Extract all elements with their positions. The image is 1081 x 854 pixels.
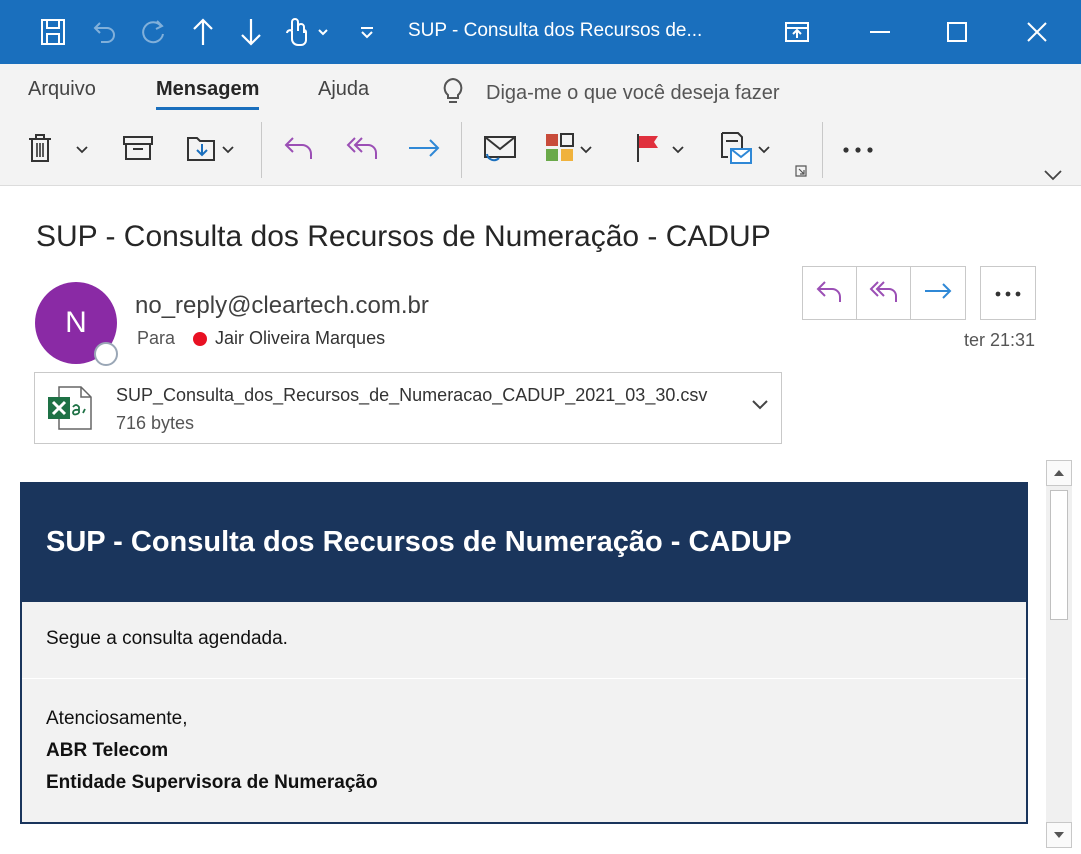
tab-mensagem[interactable]: Mensagem: [156, 78, 260, 110]
reading-pane: SUP - Consulta dos Recursos de Numeração…: [0, 186, 1081, 854]
move-button[interactable]: [184, 128, 234, 172]
chevron-down-icon[interactable]: [672, 141, 684, 159]
tab-arquivo[interactable]: Arquivo: [28, 78, 96, 101]
read-unread-icon: [482, 132, 518, 169]
forward-icon: [923, 280, 953, 307]
title-bar: SUP - Consulta dos Recursos de...: [0, 0, 1081, 64]
more-actions-button[interactable]: [980, 266, 1036, 320]
more-commands-button[interactable]: [842, 128, 876, 172]
categorize-button[interactable]: [544, 128, 592, 172]
reply-icon: [815, 278, 845, 309]
delete-button[interactable]: [26, 128, 88, 172]
excel-file-icon: [45, 383, 95, 438]
rules-button[interactable]: [718, 128, 770, 172]
received-time: ter 21:31: [963, 330, 1035, 350]
chevron-down-icon[interactable]: [76, 141, 88, 159]
avatar-initial: N: [65, 306, 87, 339]
reply-all-icon: [344, 133, 380, 168]
recipient-name[interactable]: Jair Oliveira Marques: [215, 328, 385, 349]
minimize-icon[interactable]: [855, 12, 905, 52]
message-actions: [802, 266, 966, 320]
scroll-down-icon[interactable]: [1046, 822, 1072, 848]
lightbulb-icon: [440, 76, 466, 111]
expand-ribbon-chevron-icon[interactable]: [1044, 168, 1062, 186]
categorize-icon: [544, 132, 576, 169]
forward-button[interactable]: [406, 128, 442, 172]
close-icon[interactable]: [1012, 12, 1062, 52]
scroll-up-icon[interactable]: [1046, 460, 1072, 486]
body-organization: ABR Telecom: [46, 740, 169, 761]
to-label: Para: [137, 328, 176, 348]
window-title: SUP - Consulta dos Recursos de...: [408, 20, 703, 41]
body-banner-title: SUP - Consulta dos Recursos de Numeração…: [46, 526, 792, 558]
maximize-icon[interactable]: [932, 12, 982, 52]
reply-icon: [282, 133, 316, 168]
vertical-scrollbar[interactable]: [1046, 460, 1072, 848]
down-arrow-icon[interactable]: [236, 12, 266, 52]
recipient-line: Para Jair Oliveira Marques: [137, 328, 385, 349]
body-closing: Atenciosamente,: [46, 708, 188, 729]
archive-icon: [122, 134, 154, 167]
forward-icon: [406, 133, 442, 168]
undo-icon[interactable]: [90, 12, 120, 52]
chevron-down-icon[interactable]: [758, 141, 770, 159]
customize-toolbar-icon[interactable]: [352, 12, 382, 52]
attachment-card[interactable]: SUP_Consulta_dos_Recursos_de_Numeracao_C…: [34, 372, 782, 444]
tab-ajuda[interactable]: Ajuda: [318, 78, 369, 101]
restore-ribbon-icon[interactable]: [772, 12, 822, 52]
chevron-down-icon[interactable]: [580, 141, 592, 159]
touch-mode-icon[interactable]: [282, 12, 330, 52]
tell-me-search[interactable]: Diga-me o que você deseja fazer: [440, 76, 780, 111]
dialog-launcher-icon[interactable]: [794, 164, 808, 183]
rules-icon: [718, 131, 754, 170]
archive-button[interactable]: [122, 128, 154, 172]
message-subject: SUP - Consulta dos Recursos de Numeração…: [36, 220, 771, 253]
attachment-size: 716 bytes: [116, 413, 195, 433]
reply-button[interactable]: [803, 267, 857, 319]
ribbon-tabs: Arquivo Mensagem Ajuda Diga-me o que voc…: [0, 64, 1081, 116]
body-divider: [22, 678, 1026, 679]
presence-status-icon: [94, 342, 118, 366]
ribbon: Arquivo Mensagem Ajuda Diga-me o que voc…: [0, 64, 1081, 186]
forward-button[interactable]: [911, 267, 965, 319]
reply-all-button[interactable]: [344, 128, 380, 172]
save-icon[interactable]: [38, 12, 68, 52]
chevron-down-icon[interactable]: [751, 397, 769, 415]
scrollbar-thumb[interactable]: [1050, 490, 1068, 620]
ribbon-separator: [461, 122, 462, 178]
body-department: Entidade Supervisora de Numeração: [46, 772, 378, 793]
ribbon-separator: [261, 122, 262, 178]
body-intro: Segue a consulta agendada.: [46, 628, 288, 649]
recipient-presence-icon: [193, 331, 208, 346]
attachment-name: SUP_Consulta_dos_Recursos_de_Numeracao_C…: [116, 385, 708, 405]
more-icon: [842, 141, 876, 159]
chevron-down-icon[interactable]: [222, 141, 234, 159]
reply-all-button[interactable]: [857, 267, 911, 319]
tell-me-text: Diga-me o que você deseja fazer: [486, 82, 780, 104]
read-unread-button[interactable]: [482, 128, 518, 172]
delete-icon: [26, 132, 54, 169]
flag-icon: [634, 132, 662, 169]
body-banner: SUP - Consulta dos Recursos de Numeração…: [22, 484, 1026, 602]
up-arrow-icon[interactable]: [188, 12, 218, 52]
reply-all-icon: [868, 278, 900, 309]
flag-button[interactable]: [634, 128, 684, 172]
move-icon: [184, 132, 218, 169]
redo-icon[interactable]: [138, 12, 168, 52]
more-icon: [995, 284, 1021, 302]
sender-address[interactable]: no_reply@cleartech.com.br: [135, 292, 429, 320]
message-body: SUP - Consulta dos Recursos de Numeração…: [20, 482, 1028, 824]
ribbon-separator: [822, 122, 823, 178]
reply-button[interactable]: [282, 128, 316, 172]
